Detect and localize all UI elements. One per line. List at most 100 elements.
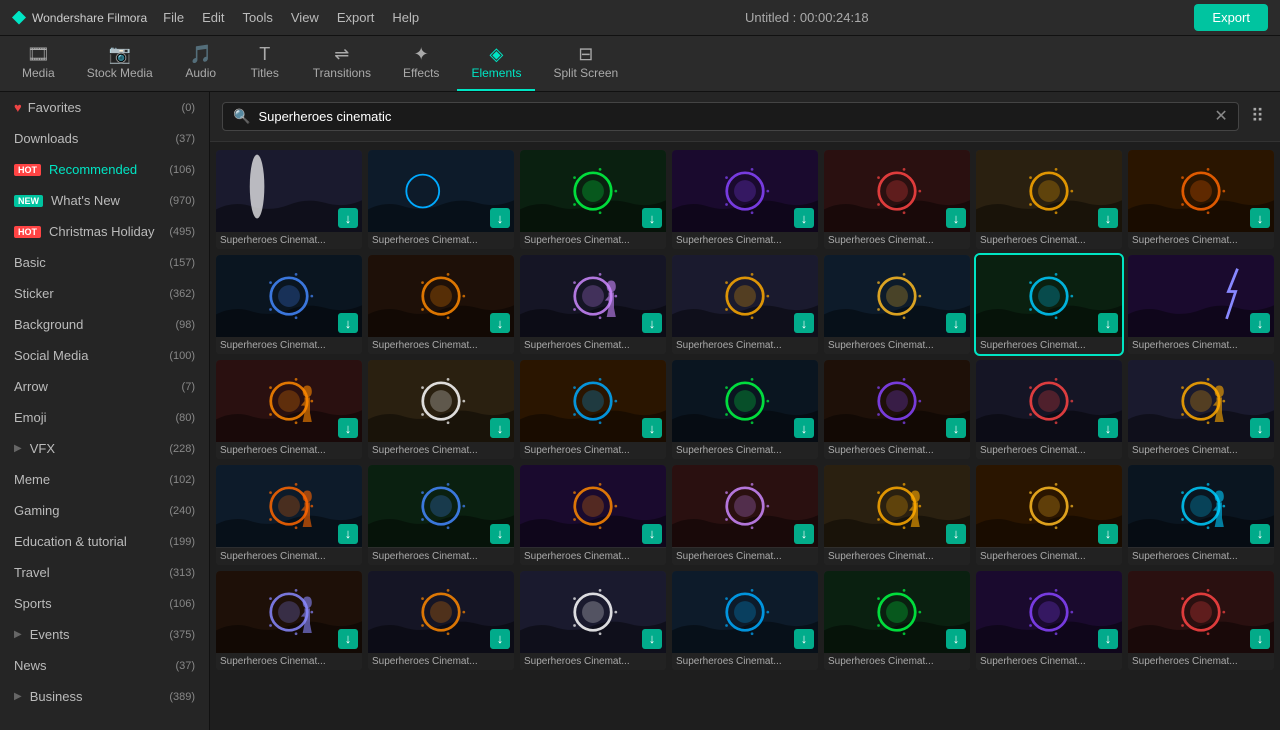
toolbar-item-media[interactable]: 🎞Media [8, 36, 69, 91]
grid-item-28[interactable]: ↓Superheroes Cinemat... [1128, 465, 1274, 564]
download-btn-35[interactable]: ↓ [1250, 629, 1270, 649]
grid-item-2[interactable]: ↓Superheroes Cinemat... [368, 150, 514, 249]
grid-item-16[interactable]: ↓Superheroes Cinemat... [368, 360, 514, 459]
download-btn-4[interactable]: ↓ [794, 208, 814, 228]
sidebar-item-events[interactable]: ▶Events(375) [0, 619, 209, 650]
grid-item-21[interactable]: ↓Superheroes Cinemat... [1128, 360, 1274, 459]
grid-item-5[interactable]: ↓Superheroes Cinemat... [824, 150, 970, 249]
grid-item-22[interactable]: ↓Superheroes Cinemat... [216, 465, 362, 564]
grid-item-27[interactable]: ↓Superheroes Cinemat... [976, 465, 1122, 564]
sidebar-item-vfx[interactable]: ▶VFX(228) [0, 433, 209, 464]
download-btn-11[interactable]: ↓ [794, 313, 814, 333]
download-btn-8[interactable]: ↓ [338, 313, 358, 333]
download-btn-20[interactable]: ↓ [1098, 418, 1118, 438]
menu-item-view[interactable]: View [291, 10, 319, 25]
toolbar-item-stock[interactable]: 📷Stock Media [73, 36, 167, 91]
download-btn-15[interactable]: ↓ [338, 418, 358, 438]
download-btn-32[interactable]: ↓ [794, 629, 814, 649]
download-btn-31[interactable]: ↓ [642, 629, 662, 649]
grid-item-15[interactable]: ↓Superheroes Cinemat... [216, 360, 362, 459]
grid-item-34[interactable]: ↓Superheroes Cinemat... [976, 571, 1122, 670]
download-btn-2[interactable]: ↓ [490, 208, 510, 228]
download-btn-1[interactable]: ↓ [338, 208, 358, 228]
menu-item-help[interactable]: Help [392, 10, 419, 25]
download-btn-14[interactable]: ↓ [1250, 313, 1270, 333]
download-btn-21[interactable]: ↓ [1250, 418, 1270, 438]
download-btn-18[interactable]: ↓ [794, 418, 814, 438]
grid-item-6[interactable]: ↓Superheroes Cinemat... [976, 150, 1122, 249]
grid-item-1[interactable]: ↓Superheroes Cinemat... [216, 150, 362, 249]
grid-item-26[interactable]: ↓Superheroes Cinemat... [824, 465, 970, 564]
grid-options-button[interactable]: ⠿ [1247, 102, 1268, 131]
download-btn-12[interactable]: ↓ [946, 313, 966, 333]
grid-item-24[interactable]: ↓Superheroes Cinemat... [520, 465, 666, 564]
grid-item-32[interactable]: ↓Superheroes Cinemat... [672, 571, 818, 670]
sidebar-item-downloads[interactable]: Downloads(37) [0, 123, 209, 154]
sidebar-item-background[interactable]: Background(98) [0, 309, 209, 340]
download-btn-33[interactable]: ↓ [946, 629, 966, 649]
sidebar-item-sticker[interactable]: Sticker(362) [0, 278, 209, 309]
download-btn-29[interactable]: ↓ [338, 629, 358, 649]
toolbar-item-audio[interactable]: 🎵Audio [171, 36, 231, 91]
grid-item-20[interactable]: ↓Superheroes Cinemat... [976, 360, 1122, 459]
download-btn-6[interactable]: ↓ [1098, 208, 1118, 228]
grid-item-12[interactable]: ↓Superheroes Cinemat... [824, 255, 970, 354]
download-btn-30[interactable]: ↓ [490, 629, 510, 649]
download-btn-23[interactable]: ↓ [490, 524, 510, 544]
sidebar-item-sports[interactable]: Sports(106) [0, 588, 209, 619]
menu-item-edit[interactable]: Edit [202, 10, 224, 25]
grid-item-35[interactable]: ↓Superheroes Cinemat... [1128, 571, 1274, 670]
grid-item-18[interactable]: ↓Superheroes Cinemat... [672, 360, 818, 459]
menu-item-tools[interactable]: Tools [243, 10, 273, 25]
clear-search-button[interactable]: ✕ [1214, 109, 1227, 125]
grid-item-19[interactable]: ↓Superheroes Cinemat... [824, 360, 970, 459]
download-btn-13[interactable]: ↓ [1098, 313, 1118, 333]
grid-item-8[interactable]: ↓Superheroes Cinemat... [216, 255, 362, 354]
sidebar-item-favorites[interactable]: ♥Favorites(0) [0, 92, 209, 123]
download-btn-3[interactable]: ↓ [642, 208, 662, 228]
download-btn-34[interactable]: ↓ [1098, 629, 1118, 649]
grid-item-13[interactable]: ↓Superheroes Cinemat... [976, 255, 1122, 354]
download-btn-10[interactable]: ↓ [642, 313, 662, 333]
download-btn-24[interactable]: ↓ [642, 524, 662, 544]
grid-item-25[interactable]: ↓Superheroes Cinemat... [672, 465, 818, 564]
export-button[interactable]: Export [1194, 4, 1268, 31]
sidebar-item-emoji[interactable]: Emoji(80) [0, 402, 209, 433]
sidebar-item-business[interactable]: ▶Business(389) [0, 681, 209, 712]
menu-item-file[interactable]: File [163, 10, 184, 25]
sidebar-item-travel[interactable]: Travel(313) [0, 557, 209, 588]
download-btn-19[interactable]: ↓ [946, 418, 966, 438]
sidebar-item-basic[interactable]: Basic(157) [0, 247, 209, 278]
download-btn-25[interactable]: ↓ [794, 524, 814, 544]
toolbar-item-effects[interactable]: ✦Effects [389, 36, 453, 91]
grid-item-11[interactable]: ↓Superheroes Cinemat... [672, 255, 818, 354]
toolbar-item-transitions[interactable]: ⇌Transitions [299, 36, 385, 91]
download-btn-28[interactable]: ↓ [1250, 524, 1270, 544]
sidebar-item-arrow[interactable]: Arrow(7) [0, 371, 209, 402]
search-input-wrap[interactable]: 🔍 ✕ [222, 102, 1239, 131]
sidebar-item-gaming[interactable]: Gaming(240) [0, 495, 209, 526]
grid-item-10[interactable]: ↓Superheroes Cinemat... [520, 255, 666, 354]
grid-item-7[interactable]: ↓Superheroes Cinemat... [1128, 150, 1274, 249]
download-btn-26[interactable]: ↓ [946, 524, 966, 544]
grid-item-3[interactable]: ↓Superheroes Cinemat... [520, 150, 666, 249]
grid-item-14[interactable]: ↓Superheroes Cinemat... [1128, 255, 1274, 354]
sidebar-item-meme[interactable]: Meme(102) [0, 464, 209, 495]
sidebar-item-news[interactable]: News(37) [0, 650, 209, 681]
grid-item-30[interactable]: ↓Superheroes Cinemat... [368, 571, 514, 670]
grid-item-4[interactable]: ↓Superheroes Cinemat... [672, 150, 818, 249]
sidebar-item-christmas[interactable]: HOTChristmas Holiday(495) [0, 216, 209, 247]
download-btn-16[interactable]: ↓ [490, 418, 510, 438]
grid-item-29[interactable]: ↓Superheroes Cinemat... [216, 571, 362, 670]
toolbar-item-titles[interactable]: TTitles [235, 36, 295, 91]
toolbar-item-elements[interactable]: ◈Elements [457, 36, 535, 91]
download-btn-22[interactable]: ↓ [338, 524, 358, 544]
sidebar-item-socialmedia[interactable]: Social Media(100) [0, 340, 209, 371]
menu-item-export[interactable]: Export [337, 10, 375, 25]
download-btn-9[interactable]: ↓ [490, 313, 510, 333]
grid-item-9[interactable]: ↓Superheroes Cinemat... [368, 255, 514, 354]
download-btn-17[interactable]: ↓ [642, 418, 662, 438]
download-btn-27[interactable]: ↓ [1098, 524, 1118, 544]
sidebar-item-recommended[interactable]: HOTRecommended(106) [0, 154, 209, 185]
grid-item-17[interactable]: ↓Superheroes Cinemat... [520, 360, 666, 459]
